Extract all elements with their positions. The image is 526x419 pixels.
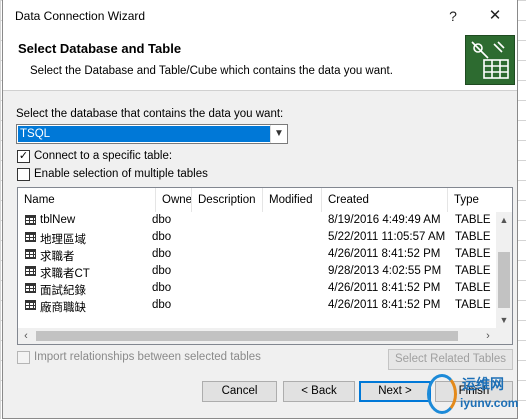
row-name: 地理區域 <box>40 234 86 246</box>
connect-specific-table-label: Connect to a specific table: <box>34 150 173 162</box>
scroll-up-icon[interactable]: ▲ <box>496 212 512 228</box>
checkbox-unchecked-icon[interactable] <box>17 168 30 181</box>
listview-body: tblNew dbo 8/19/2016 4:49:49 AM TABLE 地理… <box>18 212 496 328</box>
row-owner: dbo <box>152 214 172 226</box>
row-name: tblNew <box>40 214 76 226</box>
next-button[interactable]: Next > <box>359 381 431 402</box>
row-created: 5/22/2011 11:05:57 AM <box>328 231 446 243</box>
row-owner: dbo <box>152 265 172 277</box>
column-header-type[interactable]: Type <box>448 188 498 212</box>
row-type: TABLE <box>455 265 491 277</box>
table-row[interactable]: 求職者 dbo 4/26/2011 8:41:52 PM TABLE <box>18 246 496 263</box>
table-row[interactable]: 廠商職缺 dbo 4/26/2011 8:41:52 PM TABLE <box>18 297 496 314</box>
vertical-scroll-thumb[interactable] <box>498 252 510 308</box>
import-relationships-label: Import relationships between selected ta… <box>34 351 261 363</box>
scroll-right-icon[interactable]: › <box>480 328 496 344</box>
watermark-text-url: iyunv.com <box>460 396 519 410</box>
scroll-left-icon[interactable]: ‹ <box>18 328 34 344</box>
table-icon <box>25 215 36 225</box>
site-watermark-logo: 运维网 iyunv.com <box>427 372 525 418</box>
listview-header: Name Owner Description Modified Created … <box>18 188 512 212</box>
row-created: 4/26/2011 8:41:52 PM <box>328 282 441 294</box>
title-bar: Data Connection Wizard ? ✕ <box>3 0 517 31</box>
row-created: 4/26/2011 8:41:52 PM <box>328 248 441 260</box>
help-button[interactable]: ? <box>443 6 463 26</box>
scroll-down-icon[interactable]: ▼ <box>496 312 512 328</box>
row-name: 求職者CT <box>40 268 90 280</box>
horizontal-scroll-thumb[interactable] <box>36 331 458 341</box>
row-type: TABLE <box>455 282 491 294</box>
row-owner: dbo <box>152 248 172 260</box>
database-selected-value: TSQL <box>18 126 271 142</box>
row-type: TABLE <box>455 299 491 311</box>
row-owner: dbo <box>152 299 172 311</box>
table-row[interactable]: 求職者CT dbo 9/28/2013 4:02:55 PM TABLE <box>18 263 496 280</box>
row-type: TABLE <box>455 248 491 260</box>
column-header-created[interactable]: Created <box>322 188 448 212</box>
enable-multiple-tables-label: Enable selection of multiple tables <box>34 168 208 180</box>
window-title: Data Connection Wizard <box>15 9 146 23</box>
row-owner: dbo <box>152 282 172 294</box>
row-name: 廠商職缺 <box>40 302 86 314</box>
vertical-scrollbar[interactable]: ▲ ▼ <box>496 212 512 328</box>
database-select-label: Select the database that contains the da… <box>16 108 284 120</box>
tables-listview[interactable]: Name Owner Description Modified Created … <box>17 187 513 345</box>
page-title: Select Database and Table <box>18 41 182 56</box>
row-owner: dbo <box>152 231 172 243</box>
checkbox-checked-icon[interactable]: ✓ <box>17 150 30 163</box>
wizard-header: Select Database and Table Select the Dat… <box>3 31 517 91</box>
table-icon <box>25 249 36 259</box>
row-type: TABLE <box>455 231 491 243</box>
row-created: 4/26/2011 8:41:52 PM <box>328 299 441 311</box>
back-button[interactable]: < Back <box>283 381 355 402</box>
table-row[interactable]: tblNew dbo 8/19/2016 4:49:49 AM TABLE <box>18 212 496 229</box>
watermark-text-cn: 运维网 <box>462 376 504 392</box>
database-combobox[interactable]: TSQL ▼ <box>16 124 288 144</box>
database-wizard-icon <box>465 35 515 85</box>
page-subtitle: Select the Database and Table/Cube which… <box>30 65 393 77</box>
column-header-name[interactable]: Name <box>18 188 156 212</box>
cancel-button[interactable]: Cancel <box>202 381 277 402</box>
select-related-tables-button[interactable]: Select Related Tables <box>388 349 513 370</box>
data-connection-wizard-dialog: Data Connection Wizard ? ✕ Select Databa… <box>2 0 518 419</box>
close-button[interactable]: ✕ <box>483 6 507 26</box>
checkbox-unchecked-icon[interactable] <box>17 351 30 364</box>
row-type: TABLE <box>455 214 491 226</box>
watermark-ring-icon <box>427 374 457 414</box>
column-header-modified[interactable]: Modified <box>263 188 322 212</box>
chevron-down-icon[interactable]: ▼ <box>270 125 287 143</box>
table-icon <box>25 283 36 293</box>
column-header-owner[interactable]: Owner <box>156 188 192 212</box>
column-header-description[interactable]: Description <box>192 188 263 212</box>
row-name: 求職者 <box>40 251 75 263</box>
row-name: 面試紀錄 <box>40 285 86 297</box>
table-icon <box>25 266 36 276</box>
table-row[interactable]: 地理區域 dbo 5/22/2011 11:05:57 AM TABLE <box>18 229 496 246</box>
table-icon <box>25 232 36 242</box>
table-icon <box>25 300 36 310</box>
row-created: 8/19/2016 4:49:49 AM <box>328 214 441 226</box>
table-row[interactable]: 面試紀錄 dbo 4/26/2011 8:41:52 PM TABLE <box>18 280 496 297</box>
horizontal-scrollbar[interactable]: ‹ › <box>18 328 512 344</box>
row-created: 9/28/2013 4:02:55 PM <box>328 265 442 277</box>
